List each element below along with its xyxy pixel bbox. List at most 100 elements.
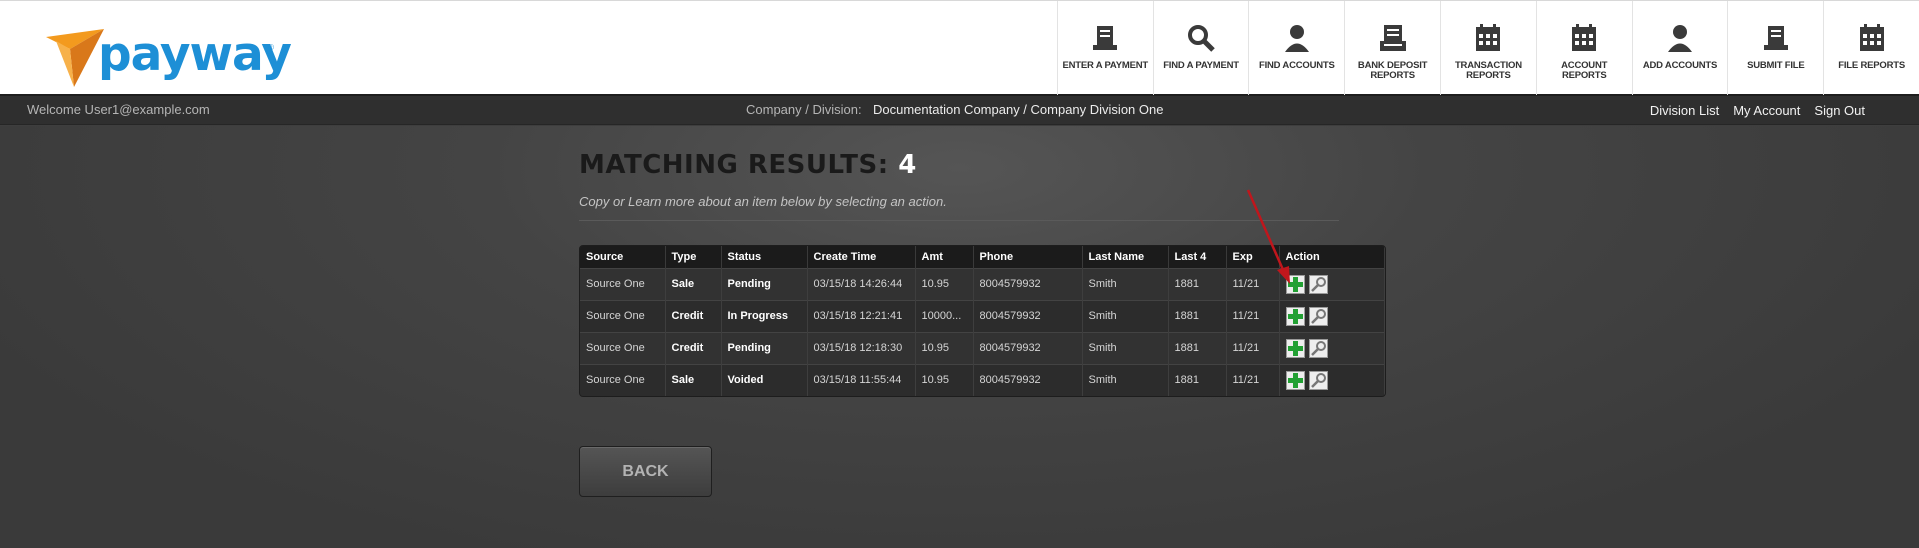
logo-text: payway: [98, 27, 292, 82]
col-exp: Exp: [1226, 246, 1280, 268]
cell-last-name: Smith: [1082, 267, 1169, 300]
col-action: Action: [1279, 246, 1385, 268]
wrench-icon: [1310, 276, 1326, 292]
logo-registered: ®: [268, 43, 274, 52]
nav-label: Account Reports: [1561, 60, 1608, 81]
divider: [579, 220, 1339, 221]
table-header-row: Source Type Status Create Time Amt Phone…: [580, 246, 1385, 268]
cell-source: Source One: [580, 331, 666, 364]
receipt-icon: [1759, 21, 1793, 55]
plus-icon: [1287, 372, 1303, 388]
cell-type: Sale: [665, 267, 722, 300]
nav-submit-file[interactable]: Submit File: [1727, 1, 1823, 95]
learn-more-button[interactable]: [1308, 306, 1328, 326]
cell-amt: 10.95: [915, 267, 974, 300]
wrench-icon: [1310, 308, 1326, 324]
cell-last-name: Smith: [1082, 299, 1169, 332]
division-list-link[interactable]: Division List: [1650, 103, 1719, 118]
cell-last-name: Smith: [1082, 331, 1169, 364]
logo-mark-icon: [46, 29, 104, 87]
cell-action: [1279, 331, 1385, 364]
search-icon: [1184, 21, 1218, 55]
cell-type: Credit: [665, 299, 722, 332]
user-icon: [1280, 21, 1314, 55]
learn-more-button[interactable]: [1308, 338, 1328, 358]
cell-last4: 1881: [1168, 331, 1227, 364]
calendar-icon: [1567, 21, 1601, 55]
cell-amt: 10000...: [915, 299, 974, 332]
receipt-icon: [1088, 21, 1122, 55]
plus-icon: [1287, 340, 1303, 356]
col-create-time: Create Time: [807, 246, 916, 268]
nav-label: Add Accounts: [1642, 60, 1718, 71]
copy-button[interactable]: [1285, 274, 1305, 294]
cell-status: Pending: [721, 331, 808, 364]
nav-find-accounts[interactable]: Find Accounts: [1248, 1, 1344, 95]
cell-create-time: 03/15/18 11:55:44: [807, 363, 916, 396]
col-source: Source: [580, 246, 666, 268]
table-row: Source One Credit In Progress 03/15/18 1…: [580, 299, 1385, 332]
welcome-text: Welcome User1@example.com: [27, 102, 210, 117]
results-count: 4: [898, 150, 917, 180]
col-type: Type: [665, 246, 722, 268]
cell-exp: 11/21: [1226, 267, 1280, 300]
nav-bank-deposit-reports[interactable]: Bank Deposit Reports: [1344, 1, 1440, 95]
nav-file-reports[interactable]: File Reports: [1823, 1, 1919, 95]
cell-type: Sale: [665, 363, 722, 396]
nav-label: Transaction Reports: [1454, 60, 1522, 81]
cell-status: Voided: [721, 363, 808, 396]
table-row: Source One Sale Voided 03/15/18 11:55:44…: [580, 363, 1385, 396]
copy-button[interactable]: [1285, 338, 1305, 358]
nav-account-reports[interactable]: Account Reports: [1535, 1, 1632, 95]
payway-logo[interactable]: payway ®: [46, 29, 292, 91]
cell-create-time: 03/15/18 12:18:30: [807, 331, 916, 364]
nav-find-payment[interactable]: Find a Payment: [1152, 1, 1249, 95]
app-header: payway ® Enter a Payment Find a Payment …: [0, 0, 1919, 96]
nav-add-accounts[interactable]: Add Accounts: [1631, 1, 1728, 95]
results-title: MATCHING RESULTS: 4: [579, 150, 917, 180]
back-button[interactable]: BACK: [579, 446, 712, 497]
nav-label: Find a Payment: [1163, 60, 1239, 71]
nav-label: Enter a Payment: [1062, 60, 1148, 71]
cell-amt: 10.95: [915, 331, 974, 364]
company-value: Documentation Company / Company Division…: [873, 102, 1164, 117]
user-icon: [1663, 21, 1697, 55]
cell-create-time: 03/15/18 12:21:41: [807, 299, 916, 332]
cell-action: [1279, 267, 1385, 300]
nav-label: Find Accounts: [1258, 60, 1335, 71]
cell-source: Source One: [580, 363, 666, 396]
cell-phone: 8004579932: [973, 299, 1083, 332]
nav-transaction-reports[interactable]: Transaction Reports: [1440, 1, 1536, 95]
cell-phone: 8004579932: [973, 363, 1083, 396]
results-subtitle: Copy or Learn more about an item below b…: [579, 194, 947, 209]
cell-last4: 1881: [1168, 299, 1227, 332]
cell-source: Source One: [580, 267, 666, 300]
cell-create-time: 03/15/18 14:26:44: [807, 267, 916, 300]
nav-label: File Reports: [1838, 60, 1905, 71]
learn-more-button[interactable]: [1308, 370, 1328, 390]
sign-out-link[interactable]: Sign Out: [1814, 103, 1865, 118]
plus-icon: [1287, 276, 1303, 292]
cell-source: Source One: [580, 299, 666, 332]
nav-enter-payment[interactable]: Enter a Payment: [1056, 1, 1153, 95]
company-label: Company / Division:: [746, 102, 862, 117]
cell-status: In Progress: [721, 299, 808, 332]
cell-last-name: Smith: [1082, 363, 1169, 396]
cell-phone: 8004579932: [973, 267, 1083, 300]
copy-button[interactable]: [1285, 370, 1305, 390]
cell-exp: 11/21: [1226, 299, 1280, 332]
learn-more-button[interactable]: [1308, 274, 1328, 294]
copy-button[interactable]: [1285, 306, 1305, 326]
cell-phone: 8004579932: [973, 331, 1083, 364]
cell-type: Credit: [665, 331, 722, 364]
table-row: Source One Credit Pending 03/15/18 12:18…: [580, 331, 1385, 364]
bank-deposit-icon: [1376, 21, 1410, 55]
cell-action: [1279, 299, 1385, 332]
nav-label: Bank Deposit Reports: [1357, 60, 1428, 81]
wrench-icon: [1310, 340, 1326, 356]
results-table: Source Type Status Create Time Amt Phone…: [579, 245, 1386, 397]
my-account-link[interactable]: My Account: [1733, 103, 1800, 118]
sub-bar: Welcome User1@example.com Company / Divi…: [0, 96, 1919, 125]
cell-exp: 11/21: [1226, 331, 1280, 364]
main-nav: Enter a Payment Find a Payment Find Acco…: [1056, 1, 1919, 95]
